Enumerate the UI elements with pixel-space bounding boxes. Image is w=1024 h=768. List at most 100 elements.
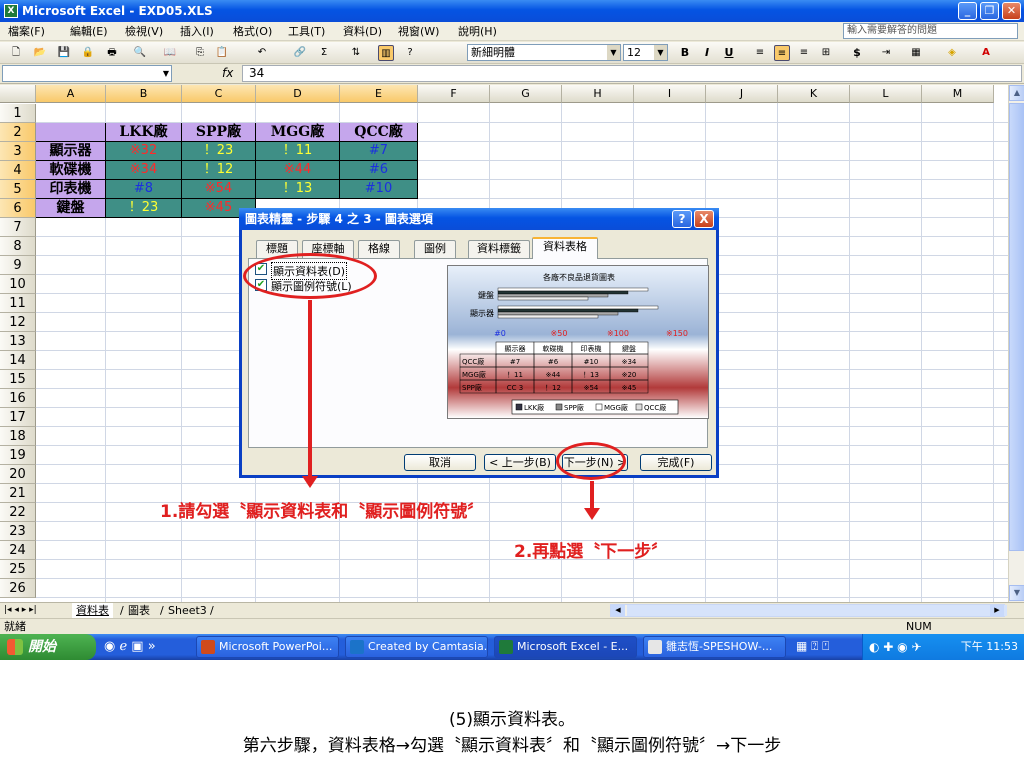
cancel-button[interactable]: 取消 <box>404 454 476 471</box>
font-color-icon[interactable]: A <box>978 45 994 61</box>
tab-gridlines[interactable]: 格線 <box>358 240 400 258</box>
table-cell[interactable]: #6 <box>340 161 418 180</box>
menu-view[interactable]: 檢視(V) <box>125 24 163 39</box>
back-button[interactable]: < 上一步(B) <box>484 454 556 471</box>
column-header-c[interactable]: C <box>182 85 256 103</box>
currency-button[interactable]: $ <box>848 45 866 61</box>
table-cell[interactable]: ！12 <box>182 161 256 180</box>
table-cell[interactable]: 軟碟機 <box>36 161 106 180</box>
italic-button[interactable]: I <box>698 45 716 61</box>
column-header-j[interactable]: J <box>706 85 778 103</box>
table-cell[interactable]: ！13 <box>256 180 340 199</box>
start-button[interactable]: 開始 <box>0 634 96 660</box>
menu-format[interactable]: 格式(O) <box>233 24 272 39</box>
row-header-9[interactable]: 9 <box>0 256 36 275</box>
row-header-3[interactable]: 3 <box>0 142 36 161</box>
menu-edit[interactable]: 編輯(E) <box>70 24 108 39</box>
menu-file[interactable]: 檔案(F) <box>8 24 45 39</box>
row-header-1[interactable]: 1 <box>0 104 36 123</box>
table-cell[interactable]: ※32 <box>106 142 182 161</box>
row-header-15[interactable]: 15 <box>0 370 36 389</box>
menu-help[interactable]: 說明(H) <box>458 24 497 39</box>
row-header-17[interactable]: 17 <box>0 408 36 427</box>
row-header-2[interactable]: 2 <box>0 123 36 142</box>
row-header-22[interactable]: 22 <box>0 503 36 522</box>
task-excel[interactable]: Microsoft Excel - E... <box>494 636 637 658</box>
sheet-nav-icons[interactable]: |◂ ◂ ▸ ▸| <box>4 603 37 618</box>
fill-color-icon[interactable]: ◈ <box>944 45 960 61</box>
table-cell[interactable]: ※34 <box>106 161 182 180</box>
tray-icons[interactable]: ◐ ✚ ◉ ✈ <box>869 634 922 660</box>
function-icon[interactable]: fx <box>222 66 233 80</box>
horizontal-scrollbar[interactable]: ◀ ▶ <box>610 604 1007 617</box>
underline-button[interactable]: U <box>720 45 738 61</box>
table-cell[interactable]: #10 <box>340 180 418 199</box>
scroll-thumb[interactable] <box>1009 103 1024 551</box>
column-header-b[interactable]: B <box>106 85 182 103</box>
close-button[interactable]: ✕ <box>1002 2 1021 20</box>
table-cell[interactable]: 鍵盤 <box>36 199 106 218</box>
print-icon[interactable]: 🖶 <box>104 45 120 61</box>
table-cell[interactable]: ※54 <box>182 180 256 199</box>
table-cell[interactable]: ！23 <box>106 199 182 218</box>
font-name-select[interactable]: 新細明體 ▼ <box>467 44 621 61</box>
scroll-up-icon[interactable]: ▲ <box>1009 85 1024 101</box>
font-size-select[interactable]: 12 ▼ <box>623 44 668 61</box>
row-header-10[interactable]: 10 <box>0 275 36 294</box>
vertical-scrollbar[interactable]: ▲ ▼ <box>1008 85 1024 602</box>
column-header-m[interactable]: M <box>922 85 994 103</box>
sheet-tab-data[interactable]: 資料表 <box>72 603 113 618</box>
column-header-h[interactable]: H <box>562 85 634 103</box>
scroll-right-icon[interactable]: ▶ <box>990 605 1004 616</box>
table-cell[interactable]: #7 <box>340 142 418 161</box>
row-header-21[interactable]: 21 <box>0 484 36 503</box>
table-cell[interactable]: ！23 <box>182 142 256 161</box>
sheet-tab-sheet3[interactable]: Sheet3 <box>168 603 207 618</box>
table-cell[interactable]: ！11 <box>256 142 340 161</box>
row-header-13[interactable]: 13 <box>0 332 36 351</box>
row-header-20[interactable]: 20 <box>0 465 36 484</box>
column-header-e[interactable]: E <box>340 85 418 103</box>
finish-button[interactable]: 完成(F) <box>640 454 712 471</box>
indent-icon[interactable]: ⇥ <box>878 45 894 61</box>
row-header-11[interactable]: 11 <box>0 294 36 313</box>
task-speshow[interactable]: 雛志恆-SPESHOW-... <box>643 636 786 658</box>
print-preview-icon[interactable]: 🔍 <box>132 45 148 61</box>
tab-legend[interactable]: 圖例 <box>414 240 456 258</box>
row-header-18[interactable]: 18 <box>0 427 36 446</box>
dialog-help-button[interactable]: ? <box>672 210 692 228</box>
column-header-a[interactable]: A <box>36 85 106 103</box>
restore-button[interactable]: ❐ <box>980 2 999 20</box>
menu-data[interactable]: 資料(D) <box>343 24 382 39</box>
row-header-23[interactable]: 23 <box>0 522 36 541</box>
formula-input[interactable]: 34 <box>242 65 1022 82</box>
column-header-k[interactable]: K <box>778 85 850 103</box>
table-cell[interactable]: SPP廠 <box>182 123 256 142</box>
merge-center-icon[interactable]: ⊞ <box>818 45 834 61</box>
copy-icon[interactable]: ⎘ <box>192 45 208 61</box>
save-icon[interactable]: 💾 <box>56 45 72 61</box>
table-cell[interactable]: ※44 <box>256 161 340 180</box>
table-cell[interactable]: 印表機 <box>36 180 106 199</box>
borders-icon[interactable]: ▦ <box>908 45 924 61</box>
help-icon[interactable]: ? <box>402 45 418 61</box>
permission-icon[interactable]: 🔒 <box>80 45 96 61</box>
align-left-icon[interactable]: ≡ <box>752 45 768 61</box>
task-powerpoint[interactable]: Microsoft PowerPoi... <box>196 636 339 658</box>
table-cell[interactable]: MGG廠 <box>256 123 340 142</box>
scroll-down-icon[interactable]: ▼ <box>1009 585 1024 601</box>
sheet-tab-chart[interactable]: 圖表 <box>128 603 150 618</box>
hyperlink-icon[interactable]: 🔗 <box>292 45 308 61</box>
bold-button[interactable]: B <box>676 45 694 61</box>
help-question-input[interactable]: 輸入需要解答的問題 <box>843 23 1018 39</box>
menu-window[interactable]: 視窗(W) <box>398 24 439 39</box>
name-box[interactable]: ▼ <box>2 65 172 82</box>
row-header-7[interactable]: 7 <box>0 218 36 237</box>
tab-data-table[interactable]: 資料表格 <box>532 237 598 259</box>
research-icon[interactable]: 📖 <box>162 45 178 61</box>
minimize-button[interactable]: _ <box>958 2 977 20</box>
column-header-d[interactable]: D <box>256 85 340 103</box>
row-header-26[interactable]: 26 <box>0 579 36 598</box>
dialog-close-button[interactable]: X <box>694 210 714 228</box>
chart-wizard-icon[interactable]: ▥ <box>378 45 394 61</box>
